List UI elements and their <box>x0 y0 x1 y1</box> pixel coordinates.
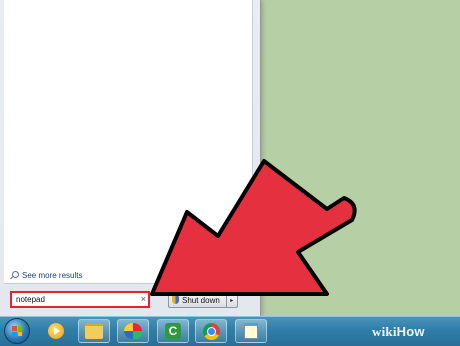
chevron-right-icon: ▸ <box>230 297 234 304</box>
chrome-icon <box>202 322 220 340</box>
watermark-how: How <box>396 324 425 339</box>
shutdown-options-button[interactable]: ▸ <box>227 293 237 307</box>
file-explorer-icon <box>85 323 103 339</box>
notepad-icon <box>244 323 258 339</box>
taskbar-camtasia[interactable]: C <box>157 319 189 343</box>
shutdown-label: Shut down <box>182 295 220 305</box>
shield-icon <box>172 296 179 304</box>
media-player-icon <box>48 323 64 339</box>
windows-orb-icon <box>12 326 22 336</box>
start-button[interactable] <box>4 318 30 344</box>
taskbar-notepad[interactable] <box>235 319 267 343</box>
shutdown-group: Shut down ▸ <box>168 292 238 308</box>
taskbar-paint[interactable] <box>117 319 149 343</box>
search-icon <box>10 271 19 279</box>
taskbar-file-explorer[interactable] <box>78 319 110 343</box>
wikihow-watermark: wikiHow <box>372 324 425 340</box>
camtasia-icon: C <box>165 323 181 339</box>
taskbar-chrome[interactable] <box>195 319 227 343</box>
start-search-box[interactable]: × <box>10 291 150 308</box>
see-more-results-label: See more results <box>22 270 83 280</box>
taskbar-media-player[interactable] <box>40 319 72 343</box>
shutdown-button[interactable]: Shut down <box>169 293 227 307</box>
watermark-wiki: wiki <box>372 324 397 339</box>
see-more-results-link[interactable]: See more results <box>10 268 82 282</box>
clear-search-icon[interactable]: × <box>141 294 146 305</box>
paint-icon <box>124 323 142 339</box>
search-input[interactable] <box>16 295 134 304</box>
start-menu: See more results × Shut down ▸ <box>0 0 261 316</box>
search-results-pane <box>4 0 253 284</box>
